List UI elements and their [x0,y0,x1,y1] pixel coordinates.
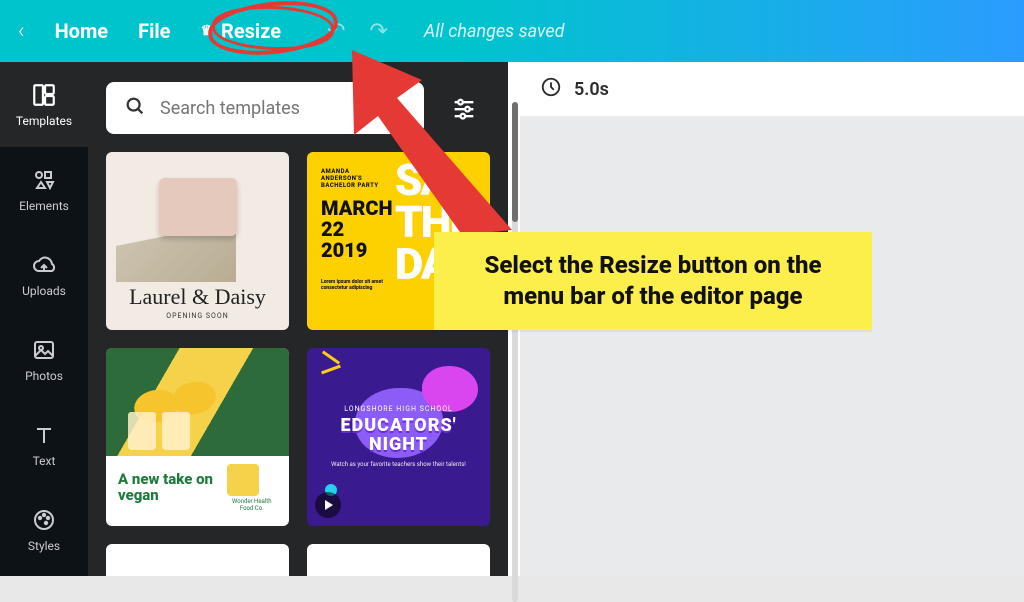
template-date: MARCH [321,198,389,219]
template-headline: A new take on vegan [118,472,227,504]
sidebar-item-label: Styles [28,539,60,553]
template-title: EDUCATORS' [340,415,456,436]
template-tiny: Lorem ipsum dolor sit amet consectetur a… [321,279,389,292]
sidebar-item-text[interactable]: Text [0,402,88,487]
sidebar-item-styles[interactable]: Styles [0,487,88,572]
crown-icon: ♛ [200,23,213,39]
template-card[interactable]: Laurel & Daisy OPENING SOON [106,152,289,330]
sidebar-item-label: Photos [25,369,63,383]
template-subtitle: OPENING SOON [166,312,228,320]
sidebar: Templates Elements Uploads Photos Text [0,62,88,576]
sidebar-item-label: Uploads [22,284,66,298]
template-tiny: Watch as your favorite teachers show the… [331,461,466,469]
file-menu[interactable]: File [138,19,170,43]
template-tag: LONGSHORE HIGH SCHOOL [344,405,453,413]
uploads-icon [31,252,57,278]
sidebar-item-label: Elements [19,199,69,213]
template-title: NIGHT [369,434,428,455]
top-menu-bar: ‹ Home File ♛ Resize ↶ ↷ All changes sav… [0,0,1024,62]
sidebar-item-templates[interactable]: Templates [0,62,88,147]
templates-icon [31,82,57,108]
text-icon [31,422,57,448]
resize-button[interactable]: ♛ Resize [200,19,281,43]
play-icon [315,492,341,518]
duration-label[interactable]: 5.0s [574,79,609,100]
photos-icon [31,337,57,363]
top-nav: ‹ Home File ♛ Resize [18,19,281,44]
template-label: AMANDA ANDERSON'S BACHELOR PARTY [321,168,389,190]
sidebar-item-label: Templates [16,114,72,128]
templates-grid: Laurel & Daisy OPENING SOON AMANDA ANDER… [106,152,490,576]
canvas-toolbar: 5.0s [520,62,1024,116]
template-card[interactable]: LONGSHORE HIGH SCHOOL EDUCATORS' NIGHT W… [307,348,490,526]
template-date: 22 [321,219,389,240]
elements-icon [31,167,57,193]
sidebar-item-photos[interactable]: Photos [0,317,88,402]
clock-icon [540,76,562,103]
redo-button[interactable]: ↷ [369,19,387,44]
search-row [106,82,490,134]
scrollbar-thumb[interactable] [512,102,518,222]
sidebar-item-uploads[interactable]: Uploads [0,232,88,317]
annotation-text: Select the Resize button on the menu bar… [485,251,822,310]
sidebar-item-elements[interactable]: Elements [0,147,88,232]
template-card[interactable] [307,544,490,576]
back-button[interactable]: ‹ [18,19,25,44]
template-date: 2019 [321,240,389,261]
home-button[interactable]: Home [55,19,109,43]
template-card[interactable] [106,544,289,576]
history-controls: ↶ ↷ [327,19,388,44]
sidebar-item-label: Text [33,454,56,468]
search-box[interactable] [106,82,424,134]
styles-icon [31,507,57,533]
annotation-callout: Select the Resize button on the menu bar… [434,232,872,330]
resize-label: Resize [221,19,281,43]
template-title: Laurel & Daisy [129,284,266,310]
save-status: All changes saved [424,21,565,42]
search-input[interactable] [160,98,406,119]
undo-button[interactable]: ↶ [327,19,345,44]
filter-button[interactable] [438,82,490,134]
template-logo-label: Wonder Health Food Co. [227,498,277,512]
search-icon [124,95,146,121]
template-card[interactable]: A new take on vegan Wonder Health Food C… [106,348,289,526]
